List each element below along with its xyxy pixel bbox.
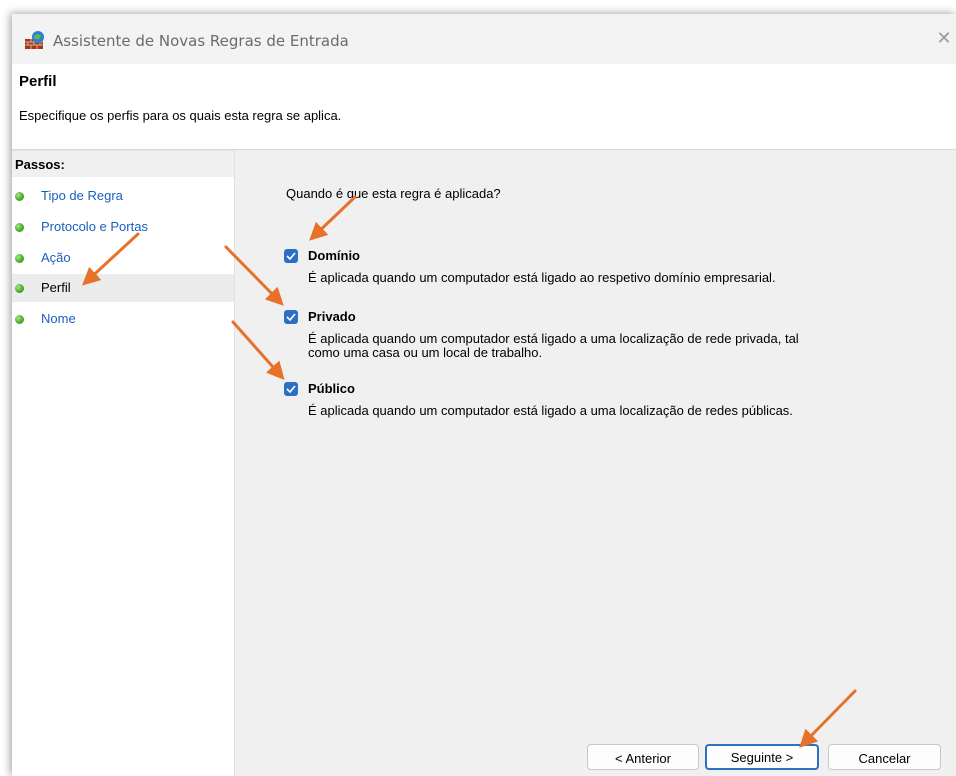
option-description: É aplicada quando um computador está lig… bbox=[308, 332, 908, 360]
step-tipo-de-regra[interactable]: Tipo de Regra bbox=[12, 182, 234, 210]
step-label: Ação bbox=[41, 250, 71, 265]
cancel-button[interactable]: Cancelar bbox=[828, 744, 941, 770]
step-protocolo-e-portas[interactable]: Protocolo e Portas bbox=[12, 213, 234, 241]
window-title: Assistente de Novas Regras de Entrada bbox=[53, 32, 349, 50]
step-label: Protocolo e Portas bbox=[41, 219, 148, 234]
green-dot-icon bbox=[15, 254, 24, 263]
page-header: Perfil Especifique os perfis para os qua… bbox=[12, 64, 956, 150]
option-label: Domínio bbox=[308, 248, 360, 263]
option-label: Privado bbox=[308, 309, 356, 324]
option-label: Público bbox=[308, 381, 355, 396]
option-description-line: como uma casa ou um local de trabalho. bbox=[308, 345, 543, 360]
steps-sidebar: Passos: Tipo de Regra Protocolo e Portas… bbox=[12, 150, 235, 776]
checkmark-icon bbox=[286, 252, 296, 260]
next-button[interactable]: Seguinte > bbox=[705, 744, 819, 770]
green-dot-icon bbox=[15, 223, 24, 232]
step-label: Tipo de Regra bbox=[41, 188, 123, 203]
close-icon[interactable]: ✕ bbox=[932, 26, 956, 52]
back-button[interactable]: < Anterior bbox=[587, 744, 699, 770]
step-perfil[interactable]: Perfil bbox=[12, 274, 234, 302]
firewall-icon bbox=[24, 30, 46, 50]
question-text: Quando é que esta regra é aplicada? bbox=[286, 186, 501, 201]
wizard-window: Assistente de Novas Regras de Entrada ✕ … bbox=[12, 14, 956, 776]
page-title: Perfil bbox=[19, 73, 57, 90]
steps-heading-bar: Passos: bbox=[12, 150, 234, 177]
option-description-line: É aplicada quando um computador está lig… bbox=[308, 331, 799, 346]
title-bar[interactable]: Assistente de Novas Regras de Entrada ✕ bbox=[12, 14, 956, 64]
main-content: Quando é que esta regra é aplicada? Domí… bbox=[235, 150, 956, 776]
step-nome[interactable]: Nome bbox=[12, 305, 234, 333]
step-acao[interactable]: Ação bbox=[12, 244, 234, 272]
privado-checkbox[interactable] bbox=[284, 310, 298, 324]
publico-checkbox[interactable] bbox=[284, 382, 298, 396]
step-label: Nome bbox=[41, 311, 76, 326]
dominio-checkbox[interactable] bbox=[284, 249, 298, 263]
green-dot-icon bbox=[15, 192, 24, 201]
screenshot-frame: Assistente de Novas Regras de Entrada ✕ … bbox=[0, 0, 956, 776]
page-subtitle: Especifique os perfis para os quais esta… bbox=[19, 108, 342, 123]
steps-heading: Passos: bbox=[15, 157, 65, 172]
option-description: É aplicada quando um computador está lig… bbox=[308, 403, 793, 418]
green-dot-icon bbox=[15, 284, 24, 293]
checkmark-icon bbox=[286, 385, 296, 393]
green-dot-icon bbox=[15, 315, 24, 324]
option-description: É aplicada quando um computador está lig… bbox=[308, 270, 776, 285]
step-label: Perfil bbox=[41, 280, 71, 295]
checkmark-icon bbox=[286, 313, 296, 321]
